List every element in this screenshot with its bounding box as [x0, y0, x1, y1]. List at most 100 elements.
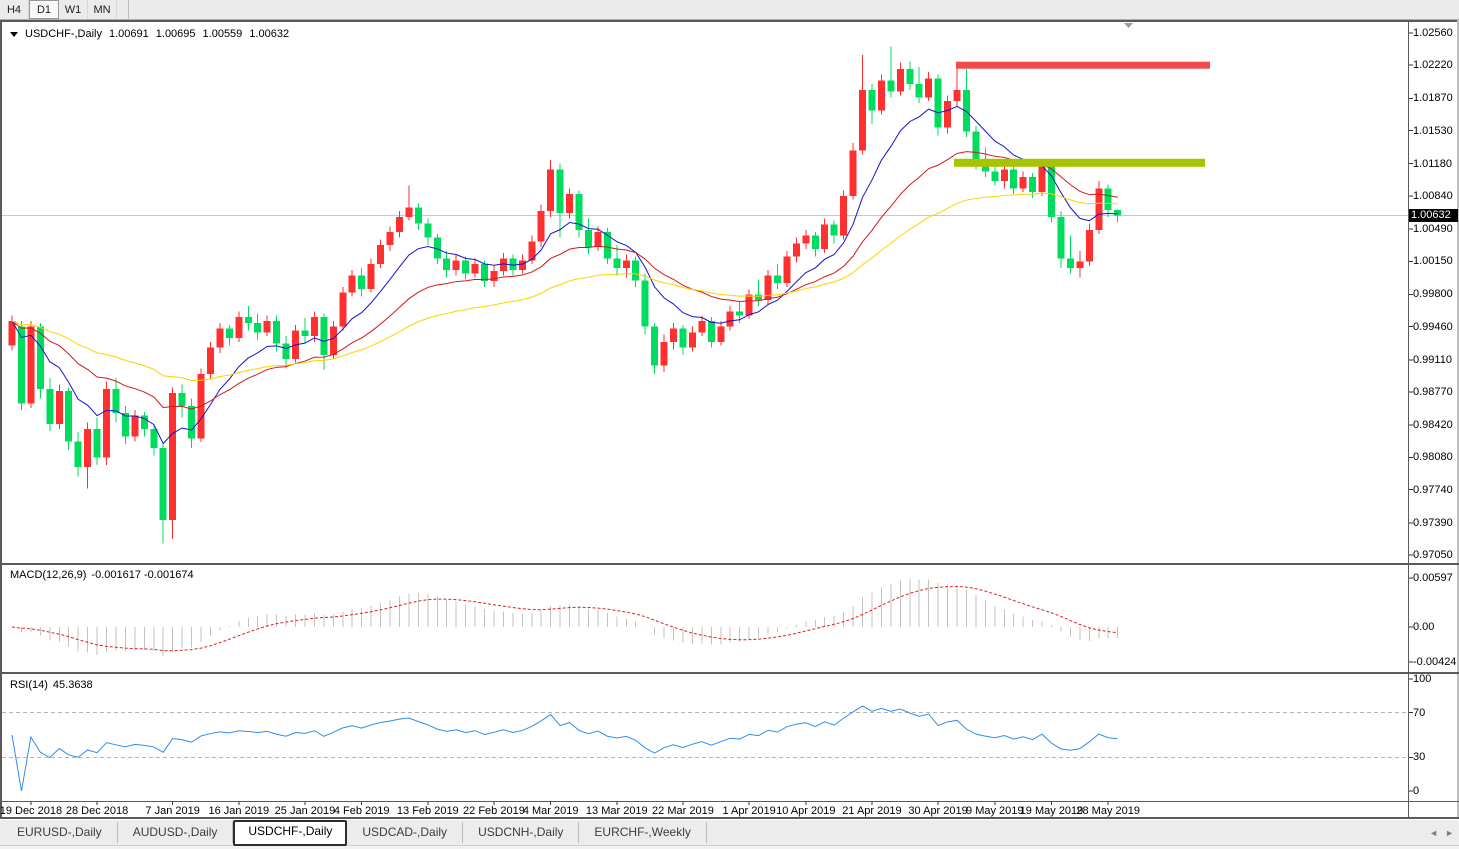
- candle-body: [150, 429, 157, 448]
- candle-body: [897, 69, 904, 92]
- timeframe-button-h4[interactable]: H4: [0, 0, 29, 19]
- price-axis-label: 0.97050: [1413, 549, 1453, 562]
- candle-body: [311, 317, 318, 336]
- candle-body: [75, 441, 82, 467]
- candle-body: [18, 327, 25, 404]
- candle-body: [1001, 169, 1008, 180]
- candle-body: [254, 323, 261, 332]
- candle-body: [755, 294, 762, 300]
- candle-body: [1105, 188, 1112, 210]
- macd-pane-label: MACD(12,26,9)-0.001617 -0.001674: [10, 569, 199, 581]
- tab-usdchf-daily[interactable]: USDCHF-,Daily: [233, 820, 347, 846]
- candle-body: [349, 276, 356, 293]
- price-axis-label: 0.98770: [1413, 386, 1453, 399]
- tab-scroll-right-icon[interactable]: ►: [1445, 828, 1454, 838]
- candle-body: [868, 90, 875, 111]
- candle-body: [557, 169, 564, 213]
- timeframe-button-mn[interactable]: MN: [88, 0, 117, 19]
- candle-body: [46, 389, 53, 424]
- candle-body: [972, 132, 979, 160]
- candle-body: [651, 327, 658, 366]
- candle-body: [585, 230, 592, 247]
- tab-usdcad-daily[interactable]: USDCAD-,Daily: [347, 822, 463, 843]
- rsi-axis-label: 0: [1413, 785, 1419, 798]
- rsi-axis-label: 70: [1413, 707, 1425, 720]
- tab-usdcnh-daily[interactable]: USDCNH-,Daily: [463, 822, 579, 843]
- candle-body: [831, 224, 838, 235]
- tab-audusd-daily[interactable]: AUDUSD-,Daily: [118, 822, 234, 843]
- candle-body: [453, 260, 460, 269]
- timeframe-button-w1[interactable]: W1: [59, 0, 88, 19]
- candle-body: [273, 321, 280, 344]
- macd-axis-label: 0.00597: [1413, 572, 1453, 585]
- candle-body: [679, 329, 686, 348]
- candle-body: [850, 150, 857, 195]
- candle-body: [812, 236, 819, 249]
- macd-axis-label: 0.00: [1413, 621, 1434, 634]
- candle-body: [112, 389, 119, 413]
- macd-pane-divider[interactable]: [0, 563, 1459, 565]
- tab-eurchf-weekly[interactable]: EURCHF-,Weekly: [579, 822, 706, 843]
- price-axis-label: 1.00490: [1413, 223, 1453, 236]
- candle-body: [65, 391, 72, 441]
- price-axis-divider[interactable]: [1408, 22, 1409, 817]
- rsi-line: [12, 706, 1118, 791]
- candle-body: [235, 317, 242, 338]
- date-axis-divider: [0, 801, 1459, 802]
- mid-ma-line: [12, 152, 1118, 410]
- macd-indicator-name: MACD(12,26,9): [10, 569, 86, 581]
- price-axis-label: 0.98080: [1413, 451, 1453, 464]
- candle-body: [188, 406, 195, 438]
- price-axis-label: 0.99800: [1413, 288, 1453, 301]
- candle-body: [462, 260, 469, 273]
- chart-collapse-icon[interactable]: [10, 32, 18, 37]
- price-axis-label: 1.01870: [1413, 92, 1453, 105]
- close-value: 1.00632: [249, 28, 289, 40]
- candle-body: [765, 276, 772, 301]
- tab-eurusd-daily[interactable]: EURUSD-,Daily: [2, 822, 118, 843]
- price-axis-label: 1.01180: [1413, 158, 1452, 171]
- candle-body: [179, 393, 186, 406]
- timeframe-button-d1[interactable]: D1: [29, 0, 59, 19]
- resistance-line: [956, 62, 1210, 69]
- price-chart-canvas[interactable]: [0, 0, 1459, 849]
- candle-body: [935, 78, 942, 127]
- candle-body: [1086, 230, 1093, 261]
- candle-body: [1029, 177, 1036, 192]
- candle-body: [727, 312, 734, 327]
- candle-body: [613, 258, 620, 267]
- candle-body: [490, 271, 497, 281]
- candle-body: [94, 429, 101, 457]
- candle-body: [1057, 217, 1064, 259]
- candle-body: [991, 171, 998, 180]
- candle-body: [793, 243, 800, 256]
- candle-body: [906, 69, 913, 84]
- candle-body: [547, 169, 554, 211]
- candle-body: [443, 258, 450, 269]
- candle-body: [821, 224, 828, 249]
- candle-body: [670, 329, 677, 342]
- candle-body: [131, 416, 138, 437]
- macd-axis-label: -0.00424: [1413, 656, 1456, 669]
- price-axis-label: 1.00840: [1413, 190, 1453, 203]
- candle-body: [538, 211, 545, 241]
- scroll-marker-icon: [1124, 23, 1133, 28]
- candle-body: [954, 90, 961, 101]
- candle-body: [1010, 169, 1017, 188]
- candle-body: [509, 258, 516, 269]
- candle-body: [216, 329, 223, 348]
- candle-body: [576, 194, 583, 230]
- price-axis-label: 1.01530: [1413, 125, 1453, 138]
- price-axis-label: 1.02560: [1413, 27, 1453, 40]
- candle-body: [736, 312, 743, 316]
- candle-body: [56, 391, 63, 424]
- candle-body: [717, 327, 724, 342]
- candle-body: [642, 280, 649, 326]
- rsi-pane-divider[interactable]: [0, 672, 1459, 674]
- candle-body: [301, 330, 308, 336]
- candle-body: [802, 236, 809, 244]
- tab-scroll-left-icon[interactable]: ◄: [1429, 828, 1438, 838]
- candle-body: [264, 321, 271, 332]
- price-axis-label: 1.02220: [1413, 59, 1453, 72]
- toolbar-separator: [128, 0, 129, 19]
